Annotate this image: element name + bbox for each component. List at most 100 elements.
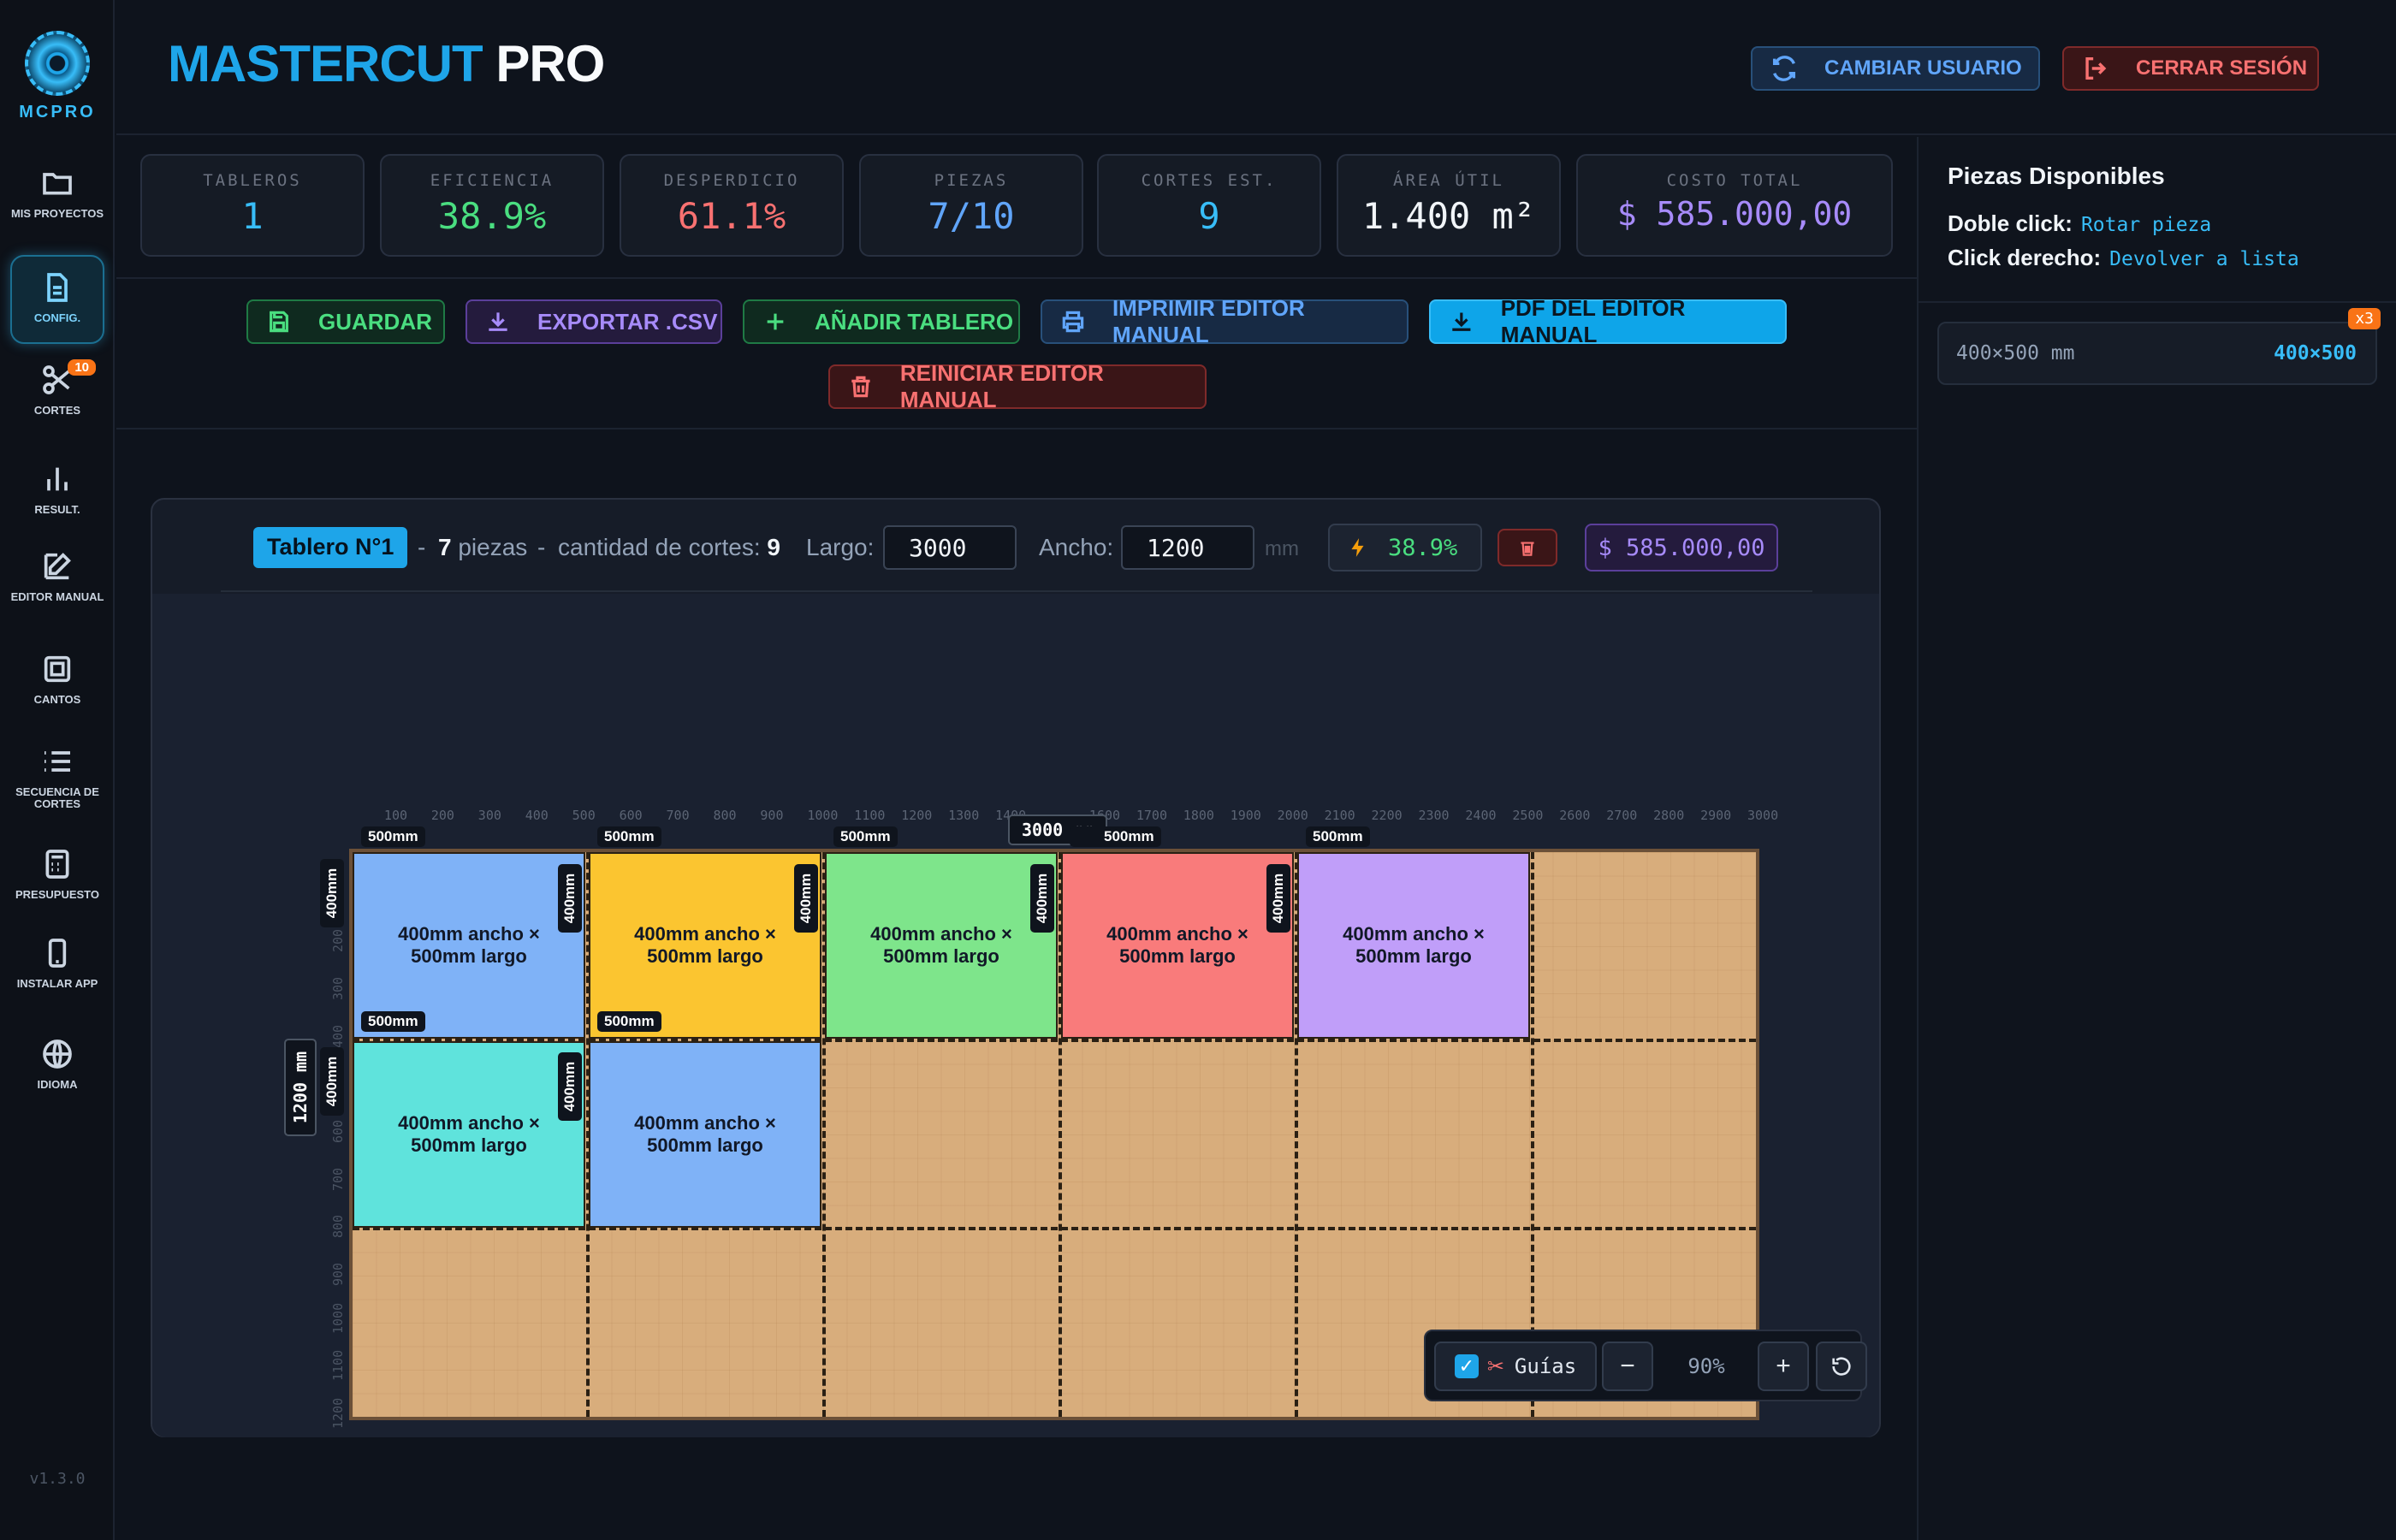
save-button[interactable]: GUARDAR — [246, 299, 445, 344]
sidebar-item-label: CANTOS — [33, 693, 81, 706]
sidebar-item-label: RESULT. — [34, 503, 80, 516]
sidebar-item-cortes[interactable]: 10 CORTES — [10, 359, 104, 428]
sidebar-item-label: PRESUPUESTO — [15, 888, 99, 901]
piece-height-label: 400mm — [320, 1047, 344, 1116]
piece-height-label: 400mm — [794, 864, 818, 933]
stat-costo-total: COSTO TOTAL $ 585.000,00 — [1576, 154, 1893, 257]
logo-text: MCPRO — [19, 103, 96, 121]
sidebar: MCPRO MIS PROYECTOS CONFIG. 10 CORTES RE… — [0, 0, 115, 1540]
piece-height-label: 400mm — [320, 859, 344, 927]
placed-piece[interactable]: 400mm ancho × 500mm largo — [825, 852, 1058, 1039]
board-canvas[interactable]: 100 200 300 400 500 600 700 800 900 1000 1100 1200 1… — [152, 594, 1879, 1437]
zoom-out-button[interactable]: − — [1602, 1342, 1653, 1391]
largo-input[interactable]: 3000 — [883, 525, 1017, 570]
x-ruler-tick: 2900 — [1700, 808, 1732, 823]
available-piece-item[interactable]: 400×500 mm 400×500 x3 — [1937, 308, 2381, 385]
placed-piece[interactable]: 400mm ancho × 500mm largo — [589, 1041, 821, 1228]
x-ruler-tick: 400 — [525, 808, 549, 823]
sidebar-item-result[interactable]: RESULT. — [10, 462, 104, 527]
sidebar-item-idioma[interactable]: IDIOMA — [10, 1037, 104, 1102]
board-tag[interactable]: Tablero N°1 — [253, 527, 408, 568]
x-ruler-tick: 900 — [760, 808, 784, 823]
switch-user-button[interactable]: CAMBIAR USUARIO — [1751, 46, 2040, 91]
logo[interactable]: MCPRO — [0, 31, 115, 122]
edit-icon — [44, 553, 71, 580]
piece-width-label: 500mm — [597, 826, 661, 847]
zoom-level: 90% — [1687, 1354, 1725, 1378]
x-ruler-tick: 300 — [477, 808, 501, 823]
calculator-icon — [45, 850, 69, 879]
y-ruler-tick: 700 — [330, 1167, 346, 1191]
piece-width-label: 500mm — [833, 826, 898, 847]
zoom-in-button[interactable]: + — [1758, 1342, 1809, 1391]
sidebar-item-label: EDITOR MANUAL — [10, 590, 104, 603]
x-ruler-tick: 800 — [713, 808, 737, 823]
piece-width-label: 500mm — [1306, 826, 1370, 847]
reset-icon — [1832, 1357, 1851, 1376]
placed-piece[interactable]: 400mm ancho × 500mm largo — [1061, 852, 1294, 1039]
stat-area-util: ÁREA ÚTIL 1.400 m² — [1337, 154, 1561, 257]
list-icon — [44, 751, 70, 772]
add-board-button[interactable]: AÑADIR TABLERO — [743, 299, 1020, 344]
square-icon — [44, 655, 71, 683]
y-ruler-tick: 1200 — [330, 1397, 346, 1429]
reset-zoom-button[interactable] — [1816, 1342, 1867, 1391]
x-ruler-tick: 1700 — [1136, 808, 1167, 823]
x-ruler-tick: 2800 — [1653, 808, 1685, 823]
x-ruler-tick: 2000 — [1277, 808, 1308, 823]
bar-chart-icon — [47, 467, 68, 491]
x-ruler-tick: 1800 — [1183, 808, 1214, 823]
logout-button[interactable]: CERRAR SESIÓN — [2062, 46, 2319, 91]
placed-piece[interactable]: 400mm ancho × 500mm largo — [353, 1041, 585, 1228]
header: MASTERCUT PRO CAMBIAR USUARIO CERRAR SES… — [116, 0, 2396, 135]
x-ruler-tick: 1300 — [948, 808, 980, 823]
y-ruler-tick: 900 — [330, 1262, 346, 1286]
stat-tableros: TABLEROS 1 — [140, 154, 365, 257]
print-editor-button[interactable]: IMPRIMIR EDITOR MANUAL — [1041, 295, 1409, 347]
phone-icon — [48, 939, 67, 968]
board-panel: Tablero N°1 - 7 piezas - cantidad de cor… — [151, 498, 1881, 1437]
globe-icon — [43, 1040, 72, 1069]
sidebar-item-label: SECUENCIA DE CORTES — [15, 785, 99, 810]
pdf-editor-button[interactable]: PDF DEL EDITOR MANUAL — [1429, 295, 1787, 347]
x-ruler-tick: 500 — [572, 808, 596, 823]
export-csv-button[interactable]: EXPORTAR .CSV — [466, 299, 722, 344]
x-ruler-tick: 2600 — [1559, 808, 1591, 823]
x-ruler-tick: 2700 — [1606, 808, 1638, 823]
sidebar-item-label: INSTALAR APP — [16, 977, 98, 990]
placed-piece[interactable]: 400mm ancho × 500mm largo — [1297, 852, 1530, 1039]
sidebar-item-editor-manual[interactable]: EDITOR MANUAL — [10, 549, 104, 623]
document-icon — [47, 273, 68, 302]
board-header: Tablero N°1 - 7 piezas - cantidad de cor… — [152, 500, 1879, 592]
sidebar-item-cantos[interactable]: CANTOS — [10, 652, 104, 717]
sidebar-item-instalar-app[interactable]: INSTALAR APP — [10, 936, 104, 1010]
scissors-icon: ✂ — [1486, 1354, 1504, 1378]
sidebar-item-label: CORTES — [33, 404, 81, 417]
hint-right-click: Click derecho: Devolver a lista — [1948, 245, 2299, 270]
y-ruler-tick: 1100 — [330, 1350, 346, 1382]
reset-editor-button[interactable]: REINICIAR EDITOR MANUAL — [828, 360, 1207, 412]
x-ruler-tick: 2200 — [1371, 808, 1403, 823]
y-ruler-tick: 800 — [330, 1215, 346, 1239]
delete-board-button[interactable] — [1498, 529, 1557, 566]
piece-width-label: 500mm — [597, 1011, 661, 1032]
sidebar-item-secuencia[interactable]: SECUENCIA DE CORTES — [10, 744, 104, 818]
sidebar-item-presupuesto[interactable]: PRESUPUESTO — [10, 847, 104, 912]
logout-icon — [2085, 56, 2107, 80]
trash-icon — [1521, 542, 1534, 556]
folder-icon — [43, 173, 72, 195]
sidebar-item-config[interactable]: CONFIG. — [10, 255, 104, 344]
toolbar: GUARDAR EXPORTAR .CSV AÑADIR TABLERO IMP… — [116, 277, 1917, 429]
piece-width-label: 500mm — [361, 1011, 425, 1032]
guides-toggle[interactable]: ✓ ✂ Guías — [1434, 1342, 1597, 1391]
hint-double-click: Doble click: Rotar pieza — [1948, 210, 2212, 236]
stat-eficiencia: EFICIENCIA 38.9% — [380, 154, 604, 257]
printer-icon — [1062, 311, 1084, 333]
ancho-input[interactable]: 1200 — [1121, 525, 1254, 570]
stat-piezas: PIEZAS 7/10 — [859, 154, 1083, 257]
piece-quantity-badge: x3 — [2348, 308, 2381, 329]
board-cost: $ 585.000,00 — [1585, 524, 1778, 572]
sidebar-item-mis-proyectos[interactable]: MIS PROYECTOS — [10, 166, 104, 240]
guides-checkbox[interactable]: ✓ — [1454, 1354, 1479, 1378]
trash-icon — [851, 376, 870, 398]
